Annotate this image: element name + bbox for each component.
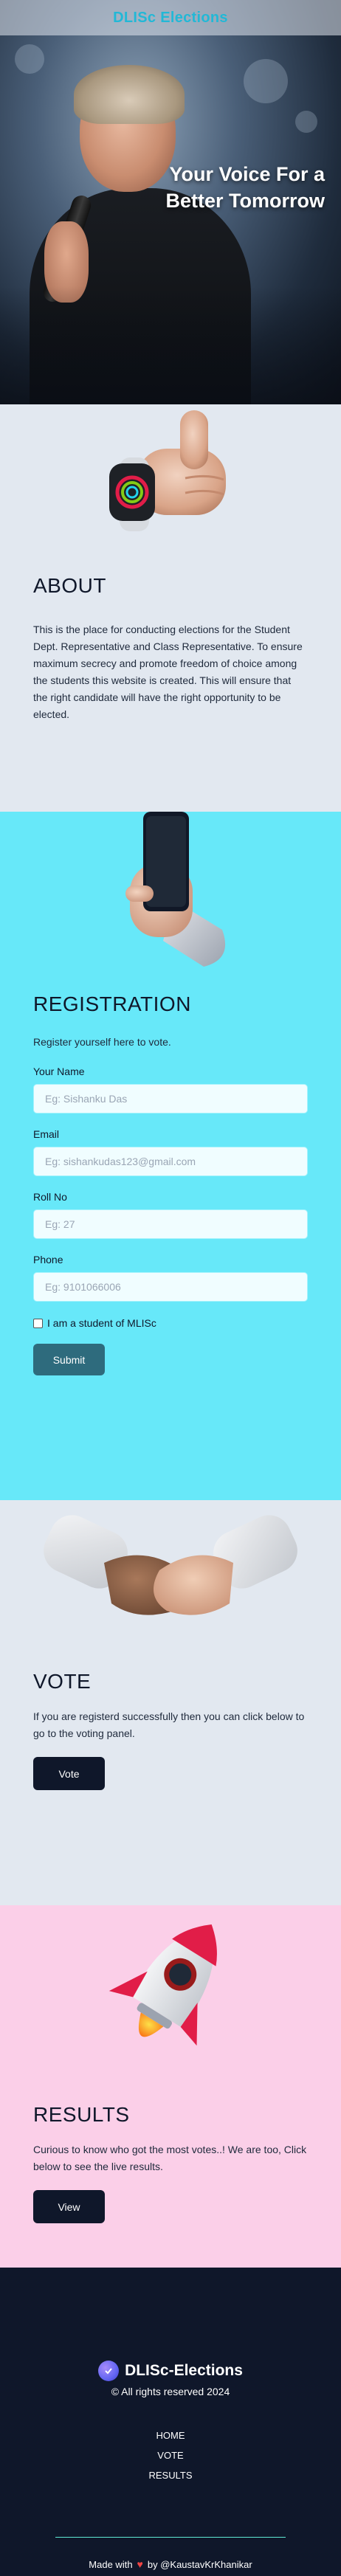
thumbs-up-watch-icon — [33, 404, 308, 537]
student-checkbox-label[interactable]: I am a student of MLISc — [47, 1317, 156, 1329]
results-text: Curious to know who got the most votes..… — [33, 2144, 307, 2172]
hero-person-hair — [74, 65, 185, 124]
email-input[interactable] — [33, 1147, 308, 1176]
results-section: RESULTS Curious to know who got the most… — [0, 1905, 341, 2268]
phone-input[interactable] — [33, 1272, 308, 1302]
about-title: ABOUT — [33, 574, 106, 597]
phone-label: Phone — [33, 1254, 63, 1265]
hero-bokeh — [244, 59, 288, 103]
footer-nav: HOME VOTE RESULTS — [0, 2425, 341, 2485]
footer-credit-prefix: Made with — [89, 2558, 133, 2570]
registration-section: REGISTRATION Register yourself here to v… — [0, 812, 341, 1500]
about-text: This is the place for conducting electio… — [33, 624, 303, 720]
hero-title-line2: Better Tomorrow — [165, 190, 325, 212]
roll-no-label: Roll No — [33, 1191, 67, 1203]
rocket-icon — [33, 1905, 308, 2075]
hero-section: DLISc Elections Your Voice For a Better … — [0, 0, 341, 404]
footer: DLISc-Elections © All rights reserved 20… — [0, 2268, 341, 2576]
footer-divider — [55, 2537, 286, 2538]
ballot-logo-icon — [98, 2361, 120, 2381]
hero-title-line1: Your Voice For a — [169, 163, 325, 185]
results-title: RESULTS — [33, 2103, 130, 2126]
hero-title: Your Voice For a Better Tomorrow — [103, 161, 325, 214]
student-checkbox[interactable] — [33, 1318, 43, 1328]
footer-link-home[interactable]: HOME — [0, 2425, 341, 2445]
vote-button[interactable]: Vote — [33, 1757, 105, 1790]
about-section: ABOUT This is the place for conducting e… — [0, 404, 341, 812]
view-results-button[interactable]: View — [33, 2190, 105, 2223]
student-checkbox-row: I am a student of MLISc — [33, 1317, 308, 1329]
hand-phone-icon — [33, 812, 308, 967]
vote-text: If you are registerd successfully then y… — [33, 1710, 305, 1739]
name-input[interactable] — [33, 1084, 308, 1113]
footer-brand-row: DLISc-Elections — [0, 2361, 341, 2381]
handshake-icon — [33, 1500, 308, 1640]
footer-credit-author[interactable]: by @KaustavKrKhanikar — [148, 2559, 252, 2570]
vote-title: VOTE — [33, 1670, 92, 1693]
hero-shadow — [0, 286, 341, 404]
registration-title: REGISTRATION — [33, 992, 191, 1015]
footer-brand[interactable]: DLISc-Elections — [125, 2362, 243, 2380]
vote-section: VOTE If you are registerd successfully t… — [0, 1500, 341, 1905]
registration-lead: Register yourself here to vote. — [33, 1036, 171, 1048]
navbar-brand[interactable]: DLISc Elections — [113, 10, 228, 27]
hero-bokeh — [15, 44, 44, 74]
footer-copyright: © All rights reserved 2024 — [111, 2386, 230, 2397]
footer-credit: Made with ♥ by @KaustavKrKhanikar — [0, 2558, 341, 2570]
email-label: Email — [33, 1128, 60, 1140]
submit-button[interactable]: Submit — [33, 1344, 105, 1375]
hero-bokeh — [295, 111, 317, 133]
heart-icon: ♥ — [137, 2558, 143, 2570]
footer-link-results[interactable]: RESULTS — [0, 2465, 341, 2485]
navbar: DLISc Elections — [0, 0, 341, 35]
footer-link-vote[interactable]: VOTE — [0, 2445, 341, 2465]
roll-no-input[interactable] — [33, 1209, 308, 1239]
name-label: Your Name — [33, 1066, 85, 1077]
registration-form: Your Name Email Roll No Phone I am a stu… — [33, 1066, 308, 1375]
